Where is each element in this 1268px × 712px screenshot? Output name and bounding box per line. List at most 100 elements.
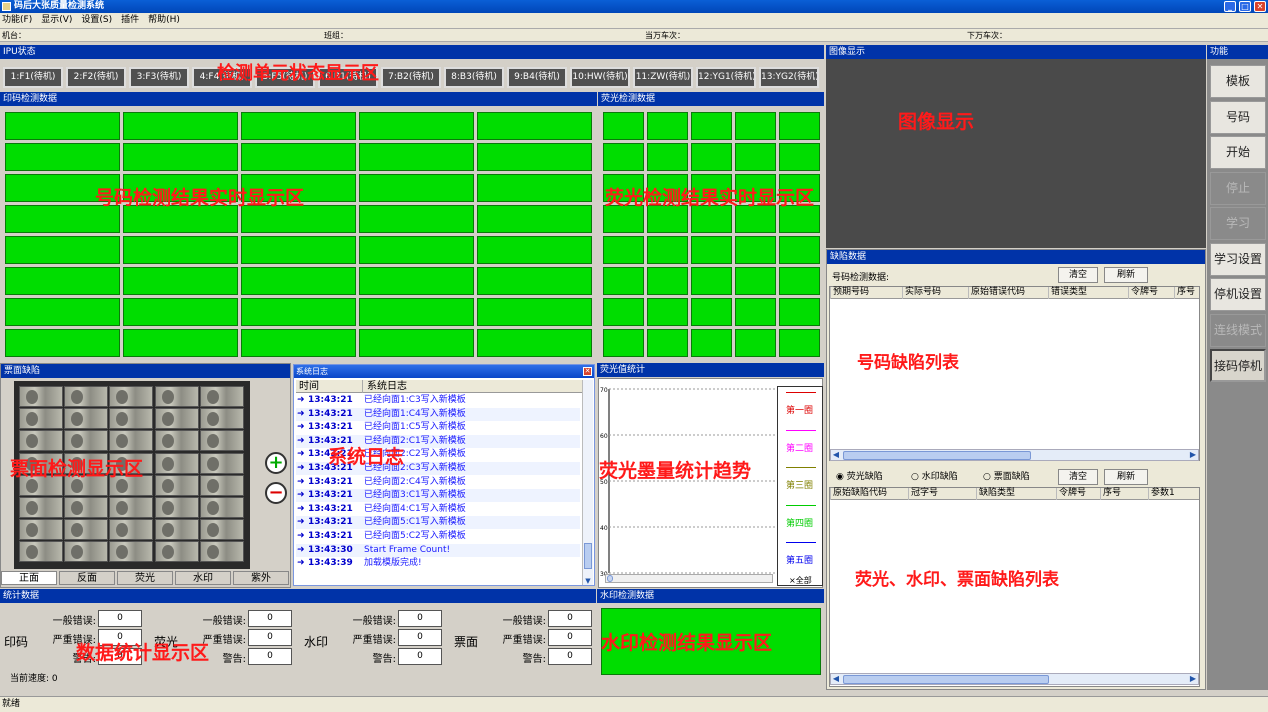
ipu-button[interactable]: 9:B4(待机) xyxy=(507,67,567,88)
log-row[interactable]: ➜ 13:43:21 已经向面2:C2写入新模板 xyxy=(296,448,580,461)
log-scrollbar[interactable]: ▼ xyxy=(582,380,593,585)
ipu-button[interactable]: 6:B1(待机) xyxy=(318,67,378,88)
log-row[interactable]: ➜ 13:43:21 已经向面2:C4写入新模板 xyxy=(296,476,580,489)
function-button[interactable]: 模板 xyxy=(1210,65,1266,98)
log-row[interactable]: ➜ 13:43:21 已经向面5:C2写入新模板 xyxy=(296,530,580,543)
fluor-result-cell[interactable] xyxy=(691,298,732,326)
number-clear-button[interactable]: 清空 xyxy=(1058,267,1098,283)
minimize-button[interactable]: _ xyxy=(1224,1,1236,12)
ipu-button[interactable]: 4:F4(待机) xyxy=(192,67,252,88)
log-row[interactable]: ➜ 13:43:21 已经向面5:C1写入新模板 xyxy=(296,516,580,530)
log-row[interactable]: ➜ 13:43:39 加载模版完成! xyxy=(296,557,580,570)
print-result-cell[interactable] xyxy=(477,329,592,357)
print-result-cell[interactable] xyxy=(241,236,356,264)
function-button[interactable]: 停机设置 xyxy=(1210,278,1266,311)
print-result-cell[interactable] xyxy=(477,174,592,202)
print-result-cell[interactable] xyxy=(241,298,356,326)
fluor-result-cell[interactable] xyxy=(603,112,644,140)
log-scroll-thumb[interactable] xyxy=(584,543,592,569)
print-result-cell[interactable] xyxy=(123,236,238,264)
ipu-button[interactable]: 3:F3(待机) xyxy=(129,67,189,88)
print-result-cell[interactable] xyxy=(359,267,474,295)
log-col-message[interactable]: 系统日志 xyxy=(362,380,407,393)
print-result-cell[interactable] xyxy=(477,236,592,264)
log-col-time[interactable]: 时间 xyxy=(299,380,319,393)
scroll-left-icon[interactable]: ◀ xyxy=(831,674,841,684)
scroll-down-icon[interactable]: ▼ xyxy=(583,577,593,585)
col-original-defect-code[interactable]: 原始缺陷代码 xyxy=(830,488,908,500)
close-button[interactable]: ✕ xyxy=(1254,1,1266,12)
ipu-button[interactable]: 11:ZW(待机) xyxy=(633,67,693,88)
fluor-result-cell[interactable] xyxy=(647,236,688,264)
fluor-result-cell[interactable] xyxy=(691,174,732,202)
menu-function[interactable]: 功能(F) xyxy=(2,15,32,25)
log-row[interactable]: ➜ 13:43:21 已经向面1:C4写入新模板 xyxy=(296,407,580,421)
print-result-cell[interactable] xyxy=(5,329,120,357)
radio-face-defect[interactable]: ○ 票面缺陷 xyxy=(983,469,1030,482)
log-row[interactable]: ➜ 13:43:21 已经向面2:C1写入新模板 xyxy=(296,434,580,448)
fluor-result-cell[interactable] xyxy=(603,267,644,295)
fluor-result-cell[interactable] xyxy=(735,298,776,326)
ipu-button[interactable]: 10:HW(待机) xyxy=(570,67,630,88)
fluor-result-cell[interactable] xyxy=(735,174,776,202)
log-row[interactable]: ➜ 13:43:30 Start Frame Count! xyxy=(296,543,580,557)
fluor-result-cell[interactable] xyxy=(779,205,820,233)
number-refresh-button[interactable]: 刷新 xyxy=(1104,267,1148,283)
log-row[interactable]: ➜ 13:43:21 已经向面1:C5写入新模板 xyxy=(296,421,580,434)
print-result-cell[interactable] xyxy=(241,329,356,357)
ipu-button[interactable]: 7:B2(待机) xyxy=(381,67,441,88)
fluor-result-cell[interactable] xyxy=(779,236,820,264)
select-all-checkbox[interactable]: ×全部 xyxy=(789,575,812,586)
fluor-result-cell[interactable] xyxy=(735,236,776,264)
print-result-cell[interactable] xyxy=(123,329,238,357)
print-result-cell[interactable] xyxy=(359,112,474,140)
legend-label-2[interactable]: 第二圈 xyxy=(786,441,813,454)
maximize-button[interactable]: □ xyxy=(1239,1,1251,12)
col-error-type[interactable]: 错误类型 xyxy=(1048,287,1128,299)
fluor-result-cell[interactable] xyxy=(779,329,820,357)
print-result-cell[interactable] xyxy=(5,174,120,202)
fluor-result-cell[interactable] xyxy=(779,143,820,171)
menu-help[interactable]: 帮助(H) xyxy=(148,15,180,25)
log-row[interactable]: ➜ 13:43:21 已经向面1:C3写入新模板 xyxy=(296,394,580,407)
scroll-thumb[interactable] xyxy=(843,451,1031,460)
fluor-result-cell[interactable] xyxy=(647,267,688,295)
banknote-sheet-image[interactable] xyxy=(14,381,250,569)
fluor-result-cell[interactable] xyxy=(691,236,732,264)
print-result-cell[interactable] xyxy=(241,174,356,202)
fluor-result-cell[interactable] xyxy=(735,267,776,295)
function-button[interactable]: 开始 xyxy=(1210,136,1266,169)
print-result-cell[interactable] xyxy=(5,298,120,326)
print-result-cell[interactable] xyxy=(241,267,356,295)
scroll-right-icon[interactable]: ▶ xyxy=(1188,450,1198,460)
print-result-cell[interactable] xyxy=(123,298,238,326)
print-result-cell[interactable] xyxy=(477,143,592,171)
log-close-icon[interactable]: ✕ xyxy=(583,367,592,376)
fluor-result-cell[interactable] xyxy=(603,143,644,171)
col-sequence[interactable]: 序号 xyxy=(1174,287,1199,299)
print-result-cell[interactable] xyxy=(359,143,474,171)
print-result-cell[interactable] xyxy=(5,267,120,295)
print-result-cell[interactable] xyxy=(123,143,238,171)
col-lower-sequence[interactable]: 序号 xyxy=(1100,488,1148,500)
zoom-in-icon[interactable]: + xyxy=(265,452,287,474)
col-expected-number[interactable]: 预期号码 xyxy=(830,287,902,299)
ipu-button[interactable]: 5:F5(待机) xyxy=(255,67,315,88)
fluor-result-cell[interactable] xyxy=(691,329,732,357)
legend-label-1[interactable]: 第一圈 xyxy=(786,403,813,416)
lower-clear-button[interactable]: 清空 xyxy=(1058,469,1098,485)
print-result-cell[interactable] xyxy=(123,205,238,233)
fstats-slider[interactable] xyxy=(605,574,773,583)
function-button[interactable]: 停止 xyxy=(1210,171,1266,205)
print-result-cell[interactable] xyxy=(123,112,238,140)
print-result-cell[interactable] xyxy=(123,174,238,202)
radio-watermark-defect[interactable]: ○ 水印缺陷 xyxy=(911,469,958,482)
print-result-cell[interactable] xyxy=(359,174,474,202)
watermark-result-cell[interactable] xyxy=(601,608,821,675)
fluor-result-cell[interactable] xyxy=(691,143,732,171)
lower-table-scrollbar[interactable]: ◀ ▶ xyxy=(830,673,1199,685)
col-actual-number[interactable]: 实际号码 xyxy=(902,287,968,299)
function-button[interactable]: 学习设置 xyxy=(1210,242,1266,276)
ipu-button[interactable]: 1:F1(待机) xyxy=(3,67,63,88)
print-result-cell[interactable] xyxy=(359,329,474,357)
